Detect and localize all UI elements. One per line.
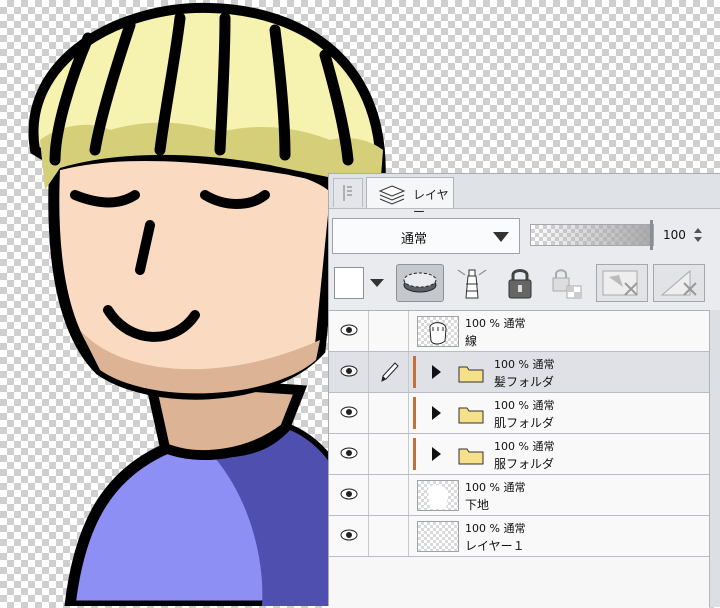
layer-row[interactable]: 100 % 通常 服フォルダ [329, 434, 709, 475]
layer-name: レイヤー１ [465, 539, 525, 553]
layer-thumbnail [417, 316, 459, 347]
folder-color-bar [413, 397, 416, 429]
layer-name: 肌フォルダ [494, 416, 555, 430]
visibility-toggle[interactable] [329, 311, 369, 351]
visibility-toggle[interactable] [329, 516, 369, 556]
layer-row[interactable]: 100 % 通常 肌フォルダ [329, 393, 709, 434]
layer-opacity-blend: 100 % 通常 [494, 440, 555, 453]
layer-thumbnail [417, 521, 459, 552]
layer-panel: レイヤー 通常 100 100 % 通常 線 100 % 通常 髪フォルダ 10… [328, 173, 720, 608]
folder-color-bar [413, 356, 416, 388]
create-mask-button[interactable] [596, 264, 648, 302]
line-art-thumbnail [429, 322, 447, 345]
visibility-toggle[interactable] [329, 434, 369, 474]
pen-icon [381, 362, 399, 382]
eye-icon [340, 324, 358, 336]
white-fill-thumbnail [428, 485, 448, 509]
layer-list: 100 % 通常 線 100 % 通常 髪フォルダ 100 % 通常 肌フォルダ… [329, 310, 709, 608]
lock-transparency-icon [552, 269, 582, 299]
chevron-down-icon[interactable] [370, 279, 384, 287]
blend-mode-value: 通常 [401, 232, 428, 247]
mask-icon [602, 270, 638, 296]
layer-name: 髪フォルダ [494, 375, 555, 389]
layer-toolbar [329, 261, 720, 307]
blend-mode-select[interactable]: 通常 [332, 218, 520, 254]
tab-layer[interactable]: レイヤー [366, 177, 454, 219]
reference-icon [457, 269, 487, 299]
reference-layer-button[interactable] [452, 264, 492, 302]
folder-icon [458, 366, 484, 383]
layer-name: 服フォルダ [494, 457, 555, 471]
layer-row[interactable]: 100 % 通常 線 [329, 311, 709, 352]
opacity-slider-handle[interactable] [650, 220, 653, 250]
eye-icon [340, 406, 358, 418]
layer-row[interactable]: 100 % 通常 レイヤー１ [329, 516, 709, 557]
tab-layer-label: レイヤー [413, 188, 449, 219]
eye-icon [340, 488, 358, 500]
layer-opacity-blend: 100 % 通常 [465, 481, 526, 494]
edit-target-cell[interactable] [369, 393, 409, 433]
layer-opacity-blend: 100 % 通常 [465, 522, 526, 535]
layer-name: 下地 [465, 498, 490, 512]
visibility-toggle[interactable] [329, 352, 369, 392]
ruler-delete-icon [660, 269, 697, 296]
lock-layer-button[interactable] [502, 264, 538, 302]
layer-opacity-blend: 100 % 通常 [465, 317, 526, 330]
panel-menu-icon [343, 185, 352, 201]
panel-tab-bar: レイヤー [329, 174, 720, 219]
edit-target-cell[interactable] [369, 352, 409, 392]
panel-collapse-tab[interactable] [333, 178, 363, 207]
eye-icon [340, 365, 358, 377]
layer-list-scrollbar[interactable] [709, 310, 720, 607]
edit-target-cell[interactable] [369, 311, 409, 351]
layer-thumbnail [417, 480, 459, 511]
layer-color-button[interactable] [334, 267, 364, 299]
expand-arrow-icon[interactable] [432, 365, 441, 379]
chevron-down-icon [493, 232, 509, 242]
lock-transparency-button[interactable] [547, 264, 587, 302]
lock-icon [508, 269, 532, 299]
clip-icon [403, 272, 437, 293]
folder-icon [458, 407, 484, 424]
apply-mask-button[interactable] [653, 264, 705, 302]
expand-arrow-icon[interactable] [432, 406, 441, 420]
visibility-toggle[interactable] [329, 393, 369, 433]
eye-icon [340, 529, 358, 541]
opacity-slider[interactable] [530, 224, 654, 246]
layer-opacity-blend: 100 % 通常 [494, 358, 555, 371]
clip-to-layer-button[interactable] [396, 264, 444, 302]
edit-target-cell[interactable] [369, 434, 409, 474]
layer-name: 線 [465, 334, 478, 348]
opacity-spinner-icon[interactable] [690, 224, 706, 246]
edit-target-cell[interactable] [369, 475, 409, 515]
layers-icon [378, 185, 406, 205]
folder-color-bar [413, 438, 416, 470]
opacity-value[interactable]: 100 [663, 228, 686, 242]
eye-icon [340, 447, 358, 459]
edit-target-cell[interactable] [369, 516, 409, 556]
layer-row[interactable]: 100 % 通常 下地 [329, 475, 709, 516]
layer-opacity-blend: 100 % 通常 [494, 399, 555, 412]
folder-icon [458, 448, 484, 465]
layer-row[interactable]: 100 % 通常 髪フォルダ [329, 352, 709, 393]
visibility-toggle[interactable] [329, 475, 369, 515]
expand-arrow-icon[interactable] [432, 447, 441, 461]
